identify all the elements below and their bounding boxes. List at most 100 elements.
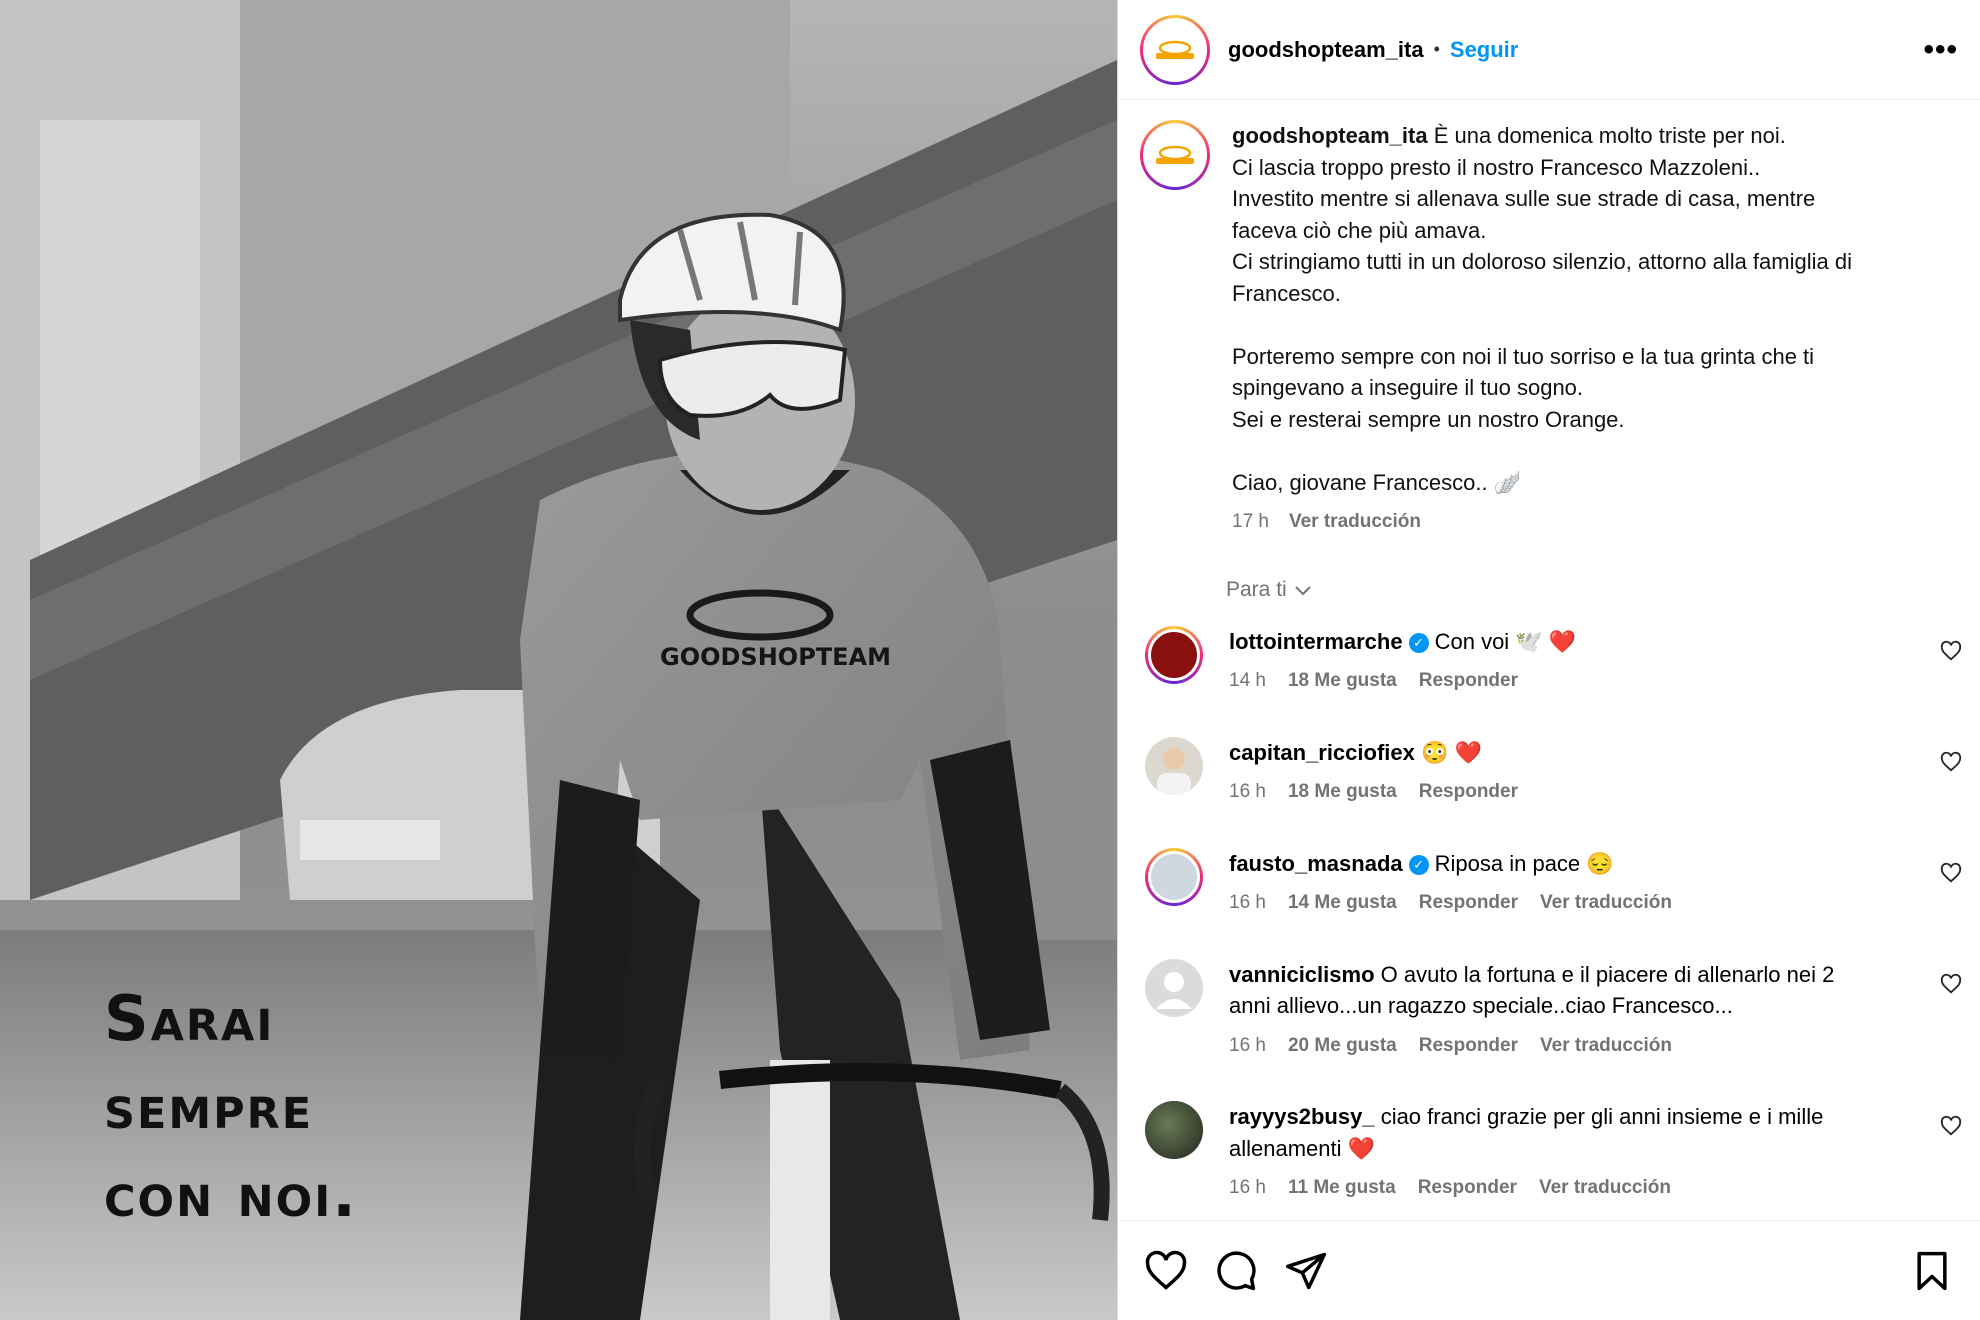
author-avatar[interactable] [1140,14,1210,85]
comment-username[interactable]: fausto_masnada [1229,851,1403,876]
comment-body: lottointermarche ✓ Con voi 🕊️ ❤️ 14 h 18 M… [1229,626,1909,697]
comment-translate-link[interactable]: Ver traducción [1540,1030,1672,1062]
comment-likes[interactable]: 20 Me gusta [1288,1030,1397,1062]
caption-line-1: È una domenica molto triste per noi. [1433,123,1786,148]
commenter-avatar[interactable] [1145,958,1203,1017]
comment-time: 16 h [1229,892,1266,913]
comment-like-heart-icon[interactable] [1940,640,1962,662]
svg-text:GOODSHOPTEAM: GOODSHOPTEAM [660,643,891,671]
caption-line-6: Francesco. [1232,280,1341,306]
follow-button[interactable]: Seguir [1450,37,1518,63]
post-details-panel: goodshopteam_ita • Seguir ••• goodshopte… [1117,0,1980,1320]
caption-meta: 17 h Ver traducción [1232,506,1952,538]
caption-line-5: Ci stringiamo tutti in un doloroso silen… [1232,249,1852,274]
comment-filter-dropdown[interactable]: Para ti [1226,578,1980,602]
user-photo-icon [1145,1101,1203,1159]
comment-like-heart-icon[interactable] [1940,751,1962,773]
comment-time: 14 h [1229,670,1266,691]
comment-meta: 16 h 14 Me gusta Responder Ver traducció… [1229,887,1909,919]
comment-username[interactable]: rayyys2busy_ [1229,1104,1375,1129]
comment-body: capitan_ricciofiex 😳 ❤️ 16 h 18 Me gusta… [1229,737,1909,808]
comment-body: rayyys2busy_ ciao franci grazie per gli … [1229,1101,1909,1204]
user-photo-icon [1148,850,1200,903]
comment-username[interactable]: vanniciclismo [1229,962,1375,987]
overlay-line-1: Sarai [104,982,275,1055]
caption-line-10: Sei e resterai sempre un nostro Orange. [1232,406,1625,432]
comment-text: 😳 ❤️ [1421,739,1482,765]
post-header: goodshopteam_ita • Seguir ••• [1118,0,1980,100]
comment-item: vanniciclismo O avuto la fortuna e il pi… [1118,958,1980,1062]
bookmark-icon[interactable] [1910,1249,1954,1293]
header-separator: • [1433,39,1440,59]
share-icon[interactable] [1284,1249,1328,1293]
comment-filter-label: Para ti [1226,577,1287,601]
comment-meta: 16 h 11 Me gusta Responder Ver traducció… [1229,1172,1909,1204]
comment-like-heart-icon[interactable] [1940,862,1962,884]
comment-translate-link[interactable]: Ver traducción [1539,1172,1671,1204]
reply-button[interactable]: Responder [1419,665,1518,697]
commenter-avatar[interactable] [1145,625,1203,684]
verified-badge-icon: ✓ [1408,632,1429,653]
comment-likes[interactable]: 18 Me gusta [1288,665,1397,697]
comment-text: O avuto la fortuna e il piacere di allen… [1380,961,1835,987]
post-caption: goodshopteam_ita È una domenica molto tr… [1118,100,1980,538]
caption-line-8: Porteremo sempre con noi il tuo sorriso … [1232,343,1815,369]
heart-icon[interactable] [1144,1249,1188,1293]
comment-likes[interactable]: 18 Me gusta [1288,776,1397,808]
caption-line-9: spingevano a inseguire il tuo sogno. [1232,375,1584,400]
comment-meta: 14 h 18 Me gusta Responder [1229,665,1909,697]
reply-button[interactable]: Responder [1419,1030,1518,1062]
default-user-icon [1156,971,1192,1009]
comment-like-heart-icon[interactable] [1940,1115,1962,1137]
reply-button[interactable]: Responder [1418,1172,1517,1204]
goodshop-logo-icon [1156,40,1194,59]
comments-scroll-area[interactable]: goodshopteam_ita È una domenica molto tr… [1118,100,1980,1220]
user-photo-icon [1157,747,1191,795]
comment-time: 16 h [1229,781,1266,802]
comment-body: vanniciclismo O avuto la fortuna e il pi… [1229,959,1909,1062]
comment-item: capitan_ricciofiex 😳 ❤️ 16 h 18 Me gusta… [1118,736,1980,808]
reply-button[interactable]: Responder [1419,887,1518,919]
comment-username[interactable]: capitan_ricciofiex [1229,740,1415,765]
caption-text: goodshopteam_ita È una domenica molto tr… [1232,120,1952,538]
author-username[interactable]: goodshopteam_ita [1228,37,1424,63]
overlay-line-2: sempre [104,1070,314,1143]
comment-likes[interactable]: 14 Me gusta [1288,887,1397,919]
comment-time: 16 h [1229,1177,1266,1198]
lotto-logo-icon [1148,628,1200,681]
caption-line-3: Investito mentre si allenava sulle sue s… [1232,186,1816,211]
comment-item: lottointermarche ✓ Con voi 🕊️ ❤️ 14 h 18 M… [1118,625,1980,697]
comment-like-heart-icon[interactable] [1940,973,1962,995]
comment-text: ciao franci grazie per gli anni insieme … [1380,1104,1824,1129]
comment-translate-link[interactable]: Ver traducción [1540,887,1672,919]
comment-text-continued: allenamenti ❤️ [1229,1135,1376,1161]
caption-line-4: faceva ciò che più amava. [1232,217,1487,243]
caption-translate-link[interactable]: Ver traducción [1289,506,1421,538]
caption-author-avatar[interactable] [1140,120,1210,190]
comment-icon[interactable] [1214,1249,1258,1293]
verified-badge-icon: ✓ [1408,854,1429,875]
comment-likes[interactable]: 11 Me gusta [1288,1172,1396,1204]
caption-username[interactable]: goodshopteam_ita [1232,123,1428,148]
post-actions-bar [1118,1220,1980,1320]
post-photo: GOODSHOPTEAM Sarai sempre con noi. [0,0,1117,1320]
comment-meta: 16 h 18 Me gusta Responder [1229,776,1909,808]
comment-username[interactable]: lottointermarche [1229,629,1403,654]
comment-time: 16 h [1229,1034,1266,1056]
memorial-overlay-text: Sarai sempre con noi. [104,975,358,1239]
reply-button[interactable]: Responder [1419,776,1518,808]
overlay-line-3: con noi. [104,1158,358,1231]
caption-time: 17 h [1232,511,1269,532]
more-icon[interactable]: ••• [1923,34,1958,65]
caption-line-12: Ciao, giovane Francesco.. 🪽 [1232,469,1522,495]
comment-item: fausto_masnada ✓ Riposa in pace 😔 16 h 14 … [1118,847,1980,919]
instagram-post-view: GOODSHOPTEAM Sarai sempre con noi. goods… [0,0,1980,1320]
commenter-avatar[interactable] [1145,736,1203,795]
commenter-avatar[interactable] [1145,847,1203,906]
commenter-avatar[interactable] [1145,1101,1203,1159]
goodshop-logo-icon [1156,145,1194,164]
comment-meta: 16 h 20 Me gusta Responder Ver traducció… [1229,1030,1909,1062]
comment-text: Riposa in pace 😔 [1434,850,1614,876]
caption-line-2: Ci lascia troppo presto il nostro France… [1232,154,1761,180]
